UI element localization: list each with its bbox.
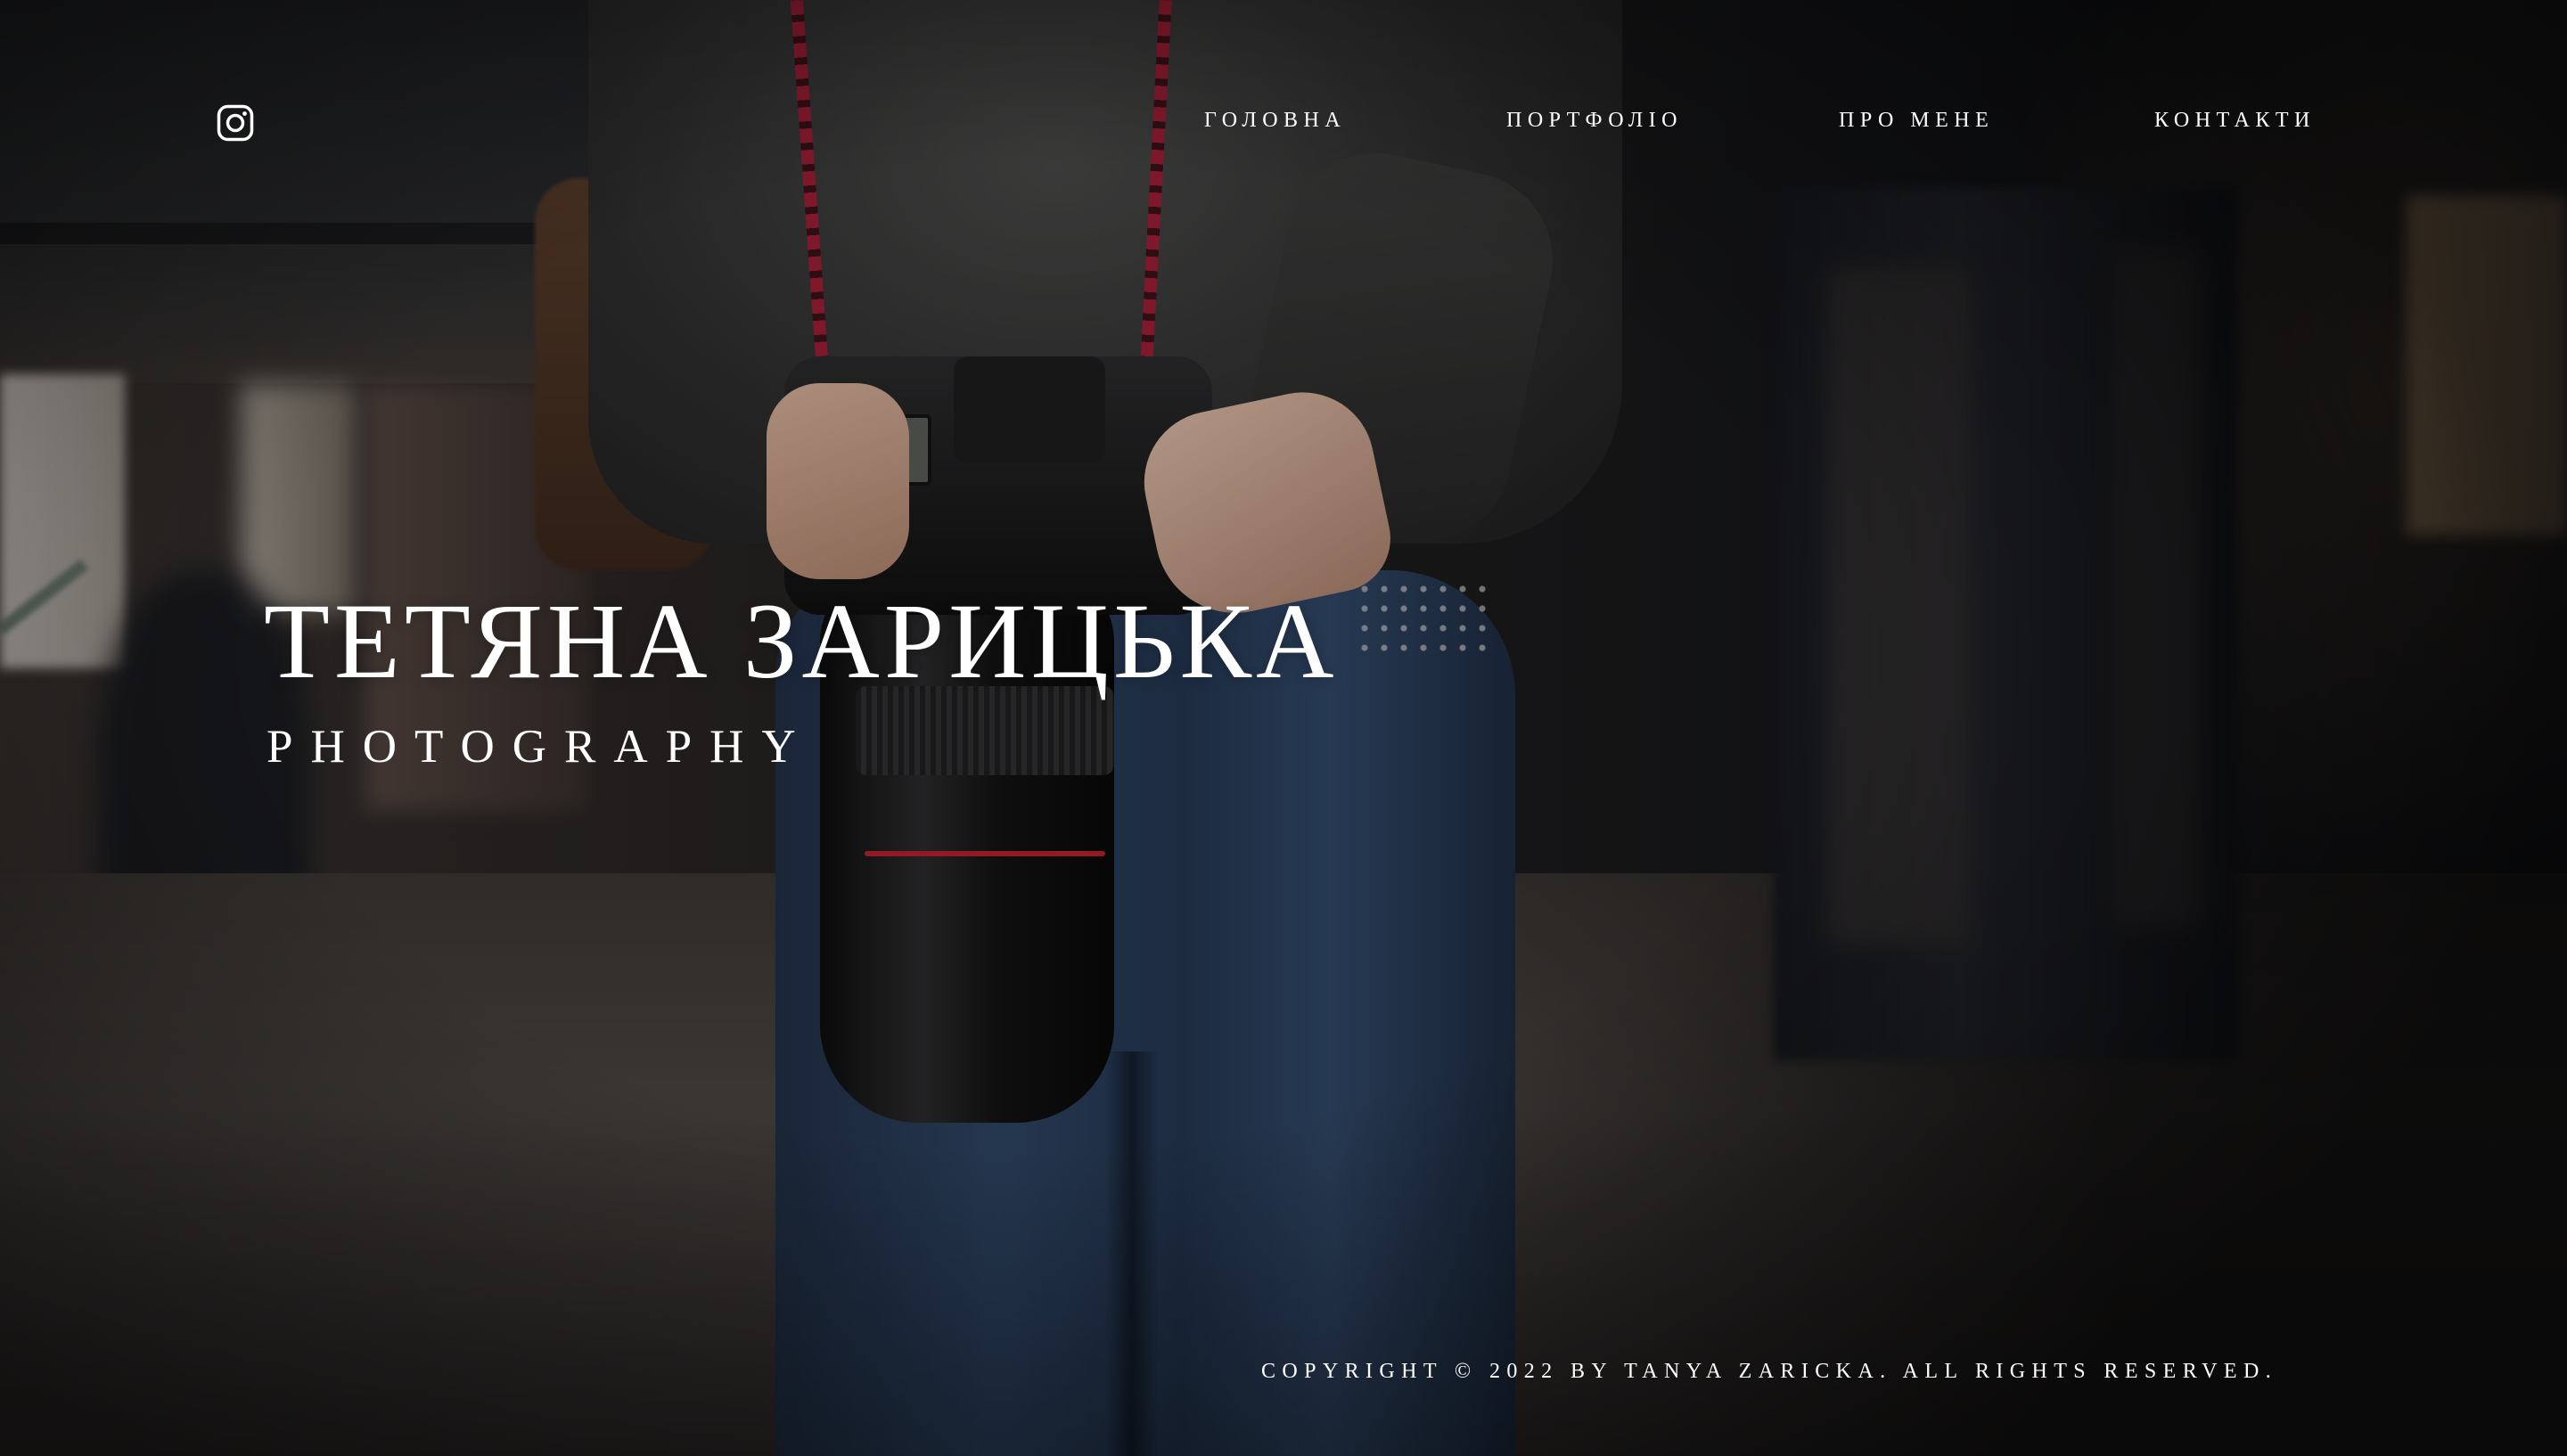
nav-link-portfolio[interactable]: ПОРТФОЛІО	[1506, 109, 1683, 133]
nav-link-about[interactable]: ПРО МЕНЕ	[1839, 109, 1994, 133]
hero-title: ТЕТЯНА ЗАРИЦЬКА	[264, 582, 1339, 701]
site-header: ГОЛОВНА ПОРТФОЛІО ПРО МЕНЕ КОНТАКТИ	[0, 0, 2567, 249]
footer-copyright: COPYRIGHT © 2022 BY TANYA ZARICKA. ALL R…	[1261, 1360, 2278, 1383]
main-nav: ГОЛОВНА ПОРТФОЛІО ПРО МЕНЕ КОНТАКТИ	[0, 109, 2567, 139]
nav-link-home[interactable]: ГОЛОВНА	[1204, 109, 1346, 133]
nav-link-contacts[interactable]: КОНТАКТИ	[2154, 109, 2316, 133]
hero-subtitle: PHOTOGRAPHY	[267, 721, 814, 773]
